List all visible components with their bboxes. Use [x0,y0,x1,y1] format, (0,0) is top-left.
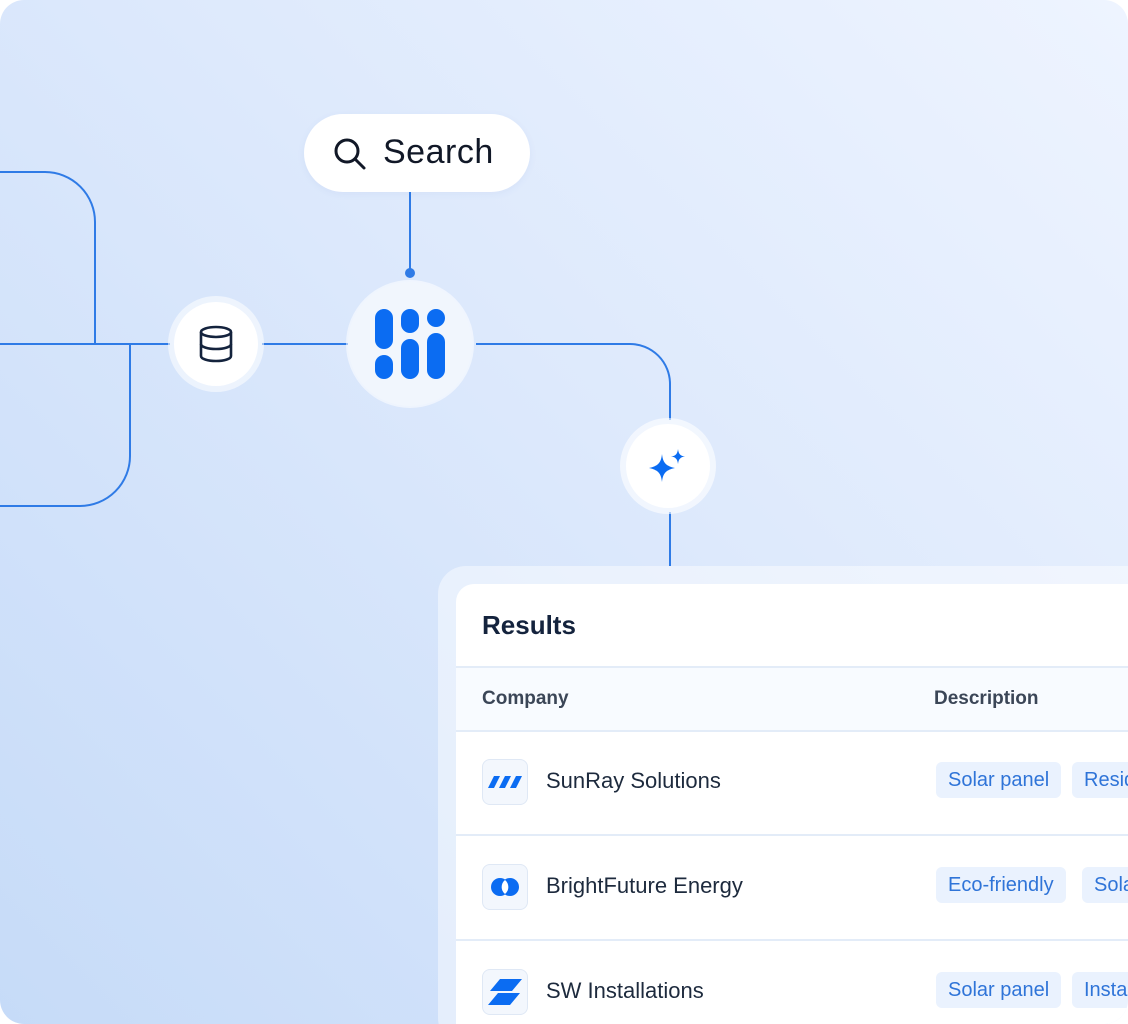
database-node[interactable] [168,296,264,392]
search-icon [334,138,366,170]
connector-dot [405,268,415,278]
company-name: SW Installations [546,978,704,1003]
table-row[interactable]: SW Installations Solar panel Insta [456,940,1128,1024]
search-pill[interactable]: Search [304,114,530,192]
search-label: Search [383,133,494,171]
sunray-logo-icon [482,759,528,805]
app-logo-icon [375,309,445,379]
table-row[interactable]: SunRay Solutions Solar panel Resid [456,730,1128,836]
brightfuture-logo-icon [482,864,528,910]
description-tag: Insta [1072,972,1128,1008]
table-header: Company Description [456,666,1128,732]
company-name: SunRay Solutions [546,768,721,793]
description-tag: Eco-friendly [936,867,1066,903]
results-panel: Results Company Description SunRay Solut… [456,584,1128,1024]
column-header-description[interactable]: Description [934,688,1039,710]
sw-installations-logo-icon [482,969,528,1015]
results-title: Results [482,610,576,640]
table-row[interactable]: BrightFuture Energy Eco-friendly Sola [456,835,1128,941]
description-tag: Solar panel [936,762,1062,798]
ai-enrich-node[interactable] [620,418,716,514]
description-tag: Solar panel [936,972,1062,1008]
database-icon [199,325,233,363]
column-header-company[interactable]: Company [482,688,569,710]
description-tag: Sola [1082,867,1128,903]
workflow-canvas: Search Results Company Description SunRa… [0,0,1128,1024]
core-app-node[interactable] [346,280,474,408]
sparkle-icon [649,449,685,482]
company-name: BrightFuture Energy [546,873,743,898]
description-tag: Resid [1072,762,1128,798]
